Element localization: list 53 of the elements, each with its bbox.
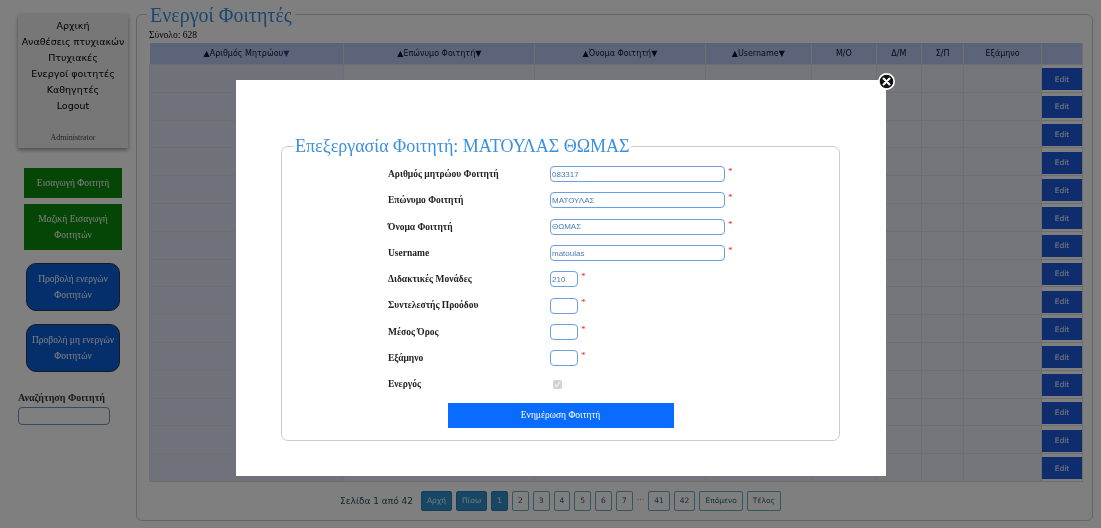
required-mark: * [581,271,586,282]
required-mark: * [728,218,733,229]
page-summary: Σελίδα 1 από 42 [340,495,413,506]
submit-button[interactable]: Ενημέρωση Φοιτητή [447,402,674,428]
total-count: Σύνολο: 628 [149,30,198,40]
role-label: Administrator [50,133,96,142]
field-label: Επώνυμο Φοιτητή [388,194,465,208]
input-field[interactable] [550,297,578,314]
page-title: Ενεργοί Φοιτητές [147,4,295,26]
required-mark: * [728,244,733,255]
action-button[interactable]: Εισαγωγή Φοιτητή [24,168,122,198]
nav-link[interactable]: Καθηγητές [46,82,100,98]
nav-link[interactable]: Logout [56,98,90,114]
field-label: Εξάμηνο [388,352,425,366]
input-field[interactable] [550,350,578,367]
column-header: Μ/Ο [811,43,877,65]
dialog-title: Επεξεργασία Φοιτητή: ΜΑΤΟΥΛΑΣ ΘΩΜΑΣ [294,136,631,157]
field-label: Όνομα Φοιτητή [388,220,454,234]
close-icon[interactable] [878,73,895,90]
required-mark: * [581,323,586,334]
required-mark: * [581,297,586,308]
column-header[interactable]: ▲Όνομα Φοιτητή▼ [534,43,706,65]
field-label: Συντελεστής Προόδου [388,299,480,313]
input-field[interactable]: 083317 [550,166,725,183]
column-header[interactable]: ▲Username▼ [705,43,812,65]
required-mark: * [581,350,586,361]
field-label: Μέσος Όρος [388,325,440,339]
nav-link[interactable]: Αναθέσεις πτυχιακών [21,34,125,50]
field-label: Αριθμός μητρώου Φοιτητή [388,168,500,181]
required-mark: * [728,192,733,203]
input-field[interactable] [550,323,578,340]
field-label: Username [388,246,431,260]
input-field[interactable]: ΜΑΤΟΥΛΑΣ [550,192,725,209]
action-button[interactable]: Προβολή ενεργών Φοιτητών [26,263,120,311]
column-header: Σ/Π [921,43,964,65]
search-field[interactable] [18,407,110,425]
input-field[interactable]: ΘΩΜΑΣ [550,218,725,235]
ellipsis: ··· [636,496,645,506]
nav-link[interactable]: Πτυχιακές [48,50,98,66]
column-header: Εξάμηνο [963,43,1042,65]
nav-link[interactable]: Αρχική [56,18,90,34]
column-header: Δ/Μ [876,43,922,65]
input-field[interactable]: matoulas [550,245,725,262]
action-button[interactable]: Μαζική Εισαγωγή Φοιτητών [24,204,122,250]
field-label: Διδακτικές Μονάδες [388,273,473,287]
search-label: Αναζήτηση Φοιτητή [18,392,106,403]
nav-link[interactable]: Ενεργοί φοιτητές [31,66,115,82]
column-header[interactable]: ▲Αριθμός Μητρώου▼ [149,43,344,65]
required-mark: * [728,166,733,176]
field-label: Ενεργός [388,378,422,392]
input-field[interactable]: 210 [550,271,578,288]
column-header[interactable]: ▲Επώνυμο Φοιτητή▼ [343,43,535,65]
action-button[interactable]: Προβολή μη ενεργών Φοιτητών [26,324,120,372]
